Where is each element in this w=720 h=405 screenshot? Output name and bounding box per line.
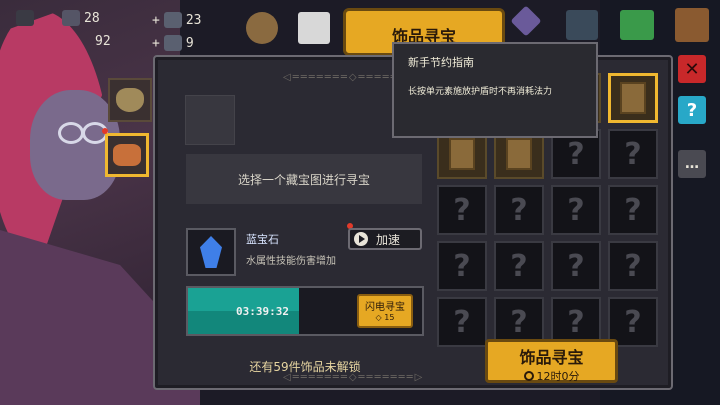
side-item-sack[interactable] (108, 78, 152, 122)
flash-hunt-button[interactable]: 闪电寻宝 ◇ 15 (357, 294, 413, 328)
monitor-icon[interactable] (566, 10, 598, 40)
hud-item-2: + 9 (152, 35, 194, 51)
progress-time: 03:39:32 (236, 305, 289, 318)
speed-up-label: 加速 (376, 232, 401, 247)
item-count-1: 23 (185, 12, 202, 28)
hud-currency: 28 (62, 10, 100, 26)
question-mark-icon: ? (510, 192, 528, 228)
question-mark-icon: ? (624, 192, 642, 228)
hud-slot-1[interactable] (16, 10, 34, 26)
question-mark-icon: ? (453, 248, 471, 284)
grid-cell-locked[interactable]: ? (608, 129, 658, 179)
side-item-lamp[interactable] (105, 133, 149, 177)
select-prompt: 选择一个藏宝图进行寻宝 (237, 172, 370, 187)
treasure-map-icon (506, 138, 532, 170)
question-mark-icon: ? (624, 248, 642, 284)
sack-icon (116, 88, 144, 112)
grid-cell-locked[interactable]: ? (608, 241, 658, 291)
villager-icon[interactable] (246, 12, 278, 44)
select-map-box[interactable]: 选择一个藏宝图进行寻宝 (186, 154, 422, 204)
currency-value-1: 28 (84, 10, 100, 26)
lamp-icon (113, 144, 141, 166)
hud-currency-2: 92 (95, 34, 111, 49)
grid-cell-locked[interactable]: ? (551, 241, 601, 291)
grid-cell-locked[interactable]: ? (494, 185, 544, 235)
tip-tooltip: 新手节约指南 长按单元素施放护盾时不再消耗法力 (392, 42, 598, 138)
potion-icon (163, 12, 182, 28)
gem-description: 水属性技能伤害增加 (246, 256, 336, 267)
currency-value-2: 92 (95, 34, 111, 49)
diamond-icon: ◇ (375, 313, 382, 322)
chat-icon[interactable]: … (678, 150, 706, 178)
hunt-button-time-row: 12时0分 (488, 368, 615, 384)
hunt-button-title: 饰品寻宝 (519, 348, 584, 367)
grid-cell-locked[interactable]: ? (494, 241, 544, 291)
grid-cell-locked[interactable]: ? (437, 185, 487, 235)
resource-icon (16, 10, 34, 26)
gem-slot[interactable] (186, 228, 236, 276)
grid-cell-locked[interactable]: ? (608, 185, 658, 235)
gem-name: 蓝宝石 (246, 233, 279, 246)
question-mark-icon: ? (567, 192, 585, 228)
key-icon (163, 35, 182, 51)
play-icon (354, 232, 368, 246)
question-mark-icon: ? (624, 304, 642, 340)
camera-icon[interactable] (298, 12, 330, 44)
grid-cell-selected[interactable] (608, 73, 658, 123)
plus-icon: + (152, 35, 160, 51)
question-mark-icon: ? (510, 304, 528, 340)
menu-list-icon[interactable] (620, 10, 654, 40)
question-mark-icon: ? (624, 136, 642, 172)
remaining-text: 还有59件饰品未解锁 (249, 360, 361, 374)
question-mark-icon: ? (453, 192, 471, 228)
question-mark-icon: ? (567, 248, 585, 284)
treasure-map-icon (449, 138, 475, 170)
sapphire-icon (200, 236, 222, 268)
plus-icon: + (152, 12, 160, 28)
speed-up-button[interactable]: 加速 (348, 228, 422, 250)
flash-cost-value: 15 (384, 313, 395, 322)
question-mark-icon: ? (567, 136, 585, 172)
grid-cell-locked[interactable]: ? (551, 185, 601, 235)
item-count-2: 9 (185, 35, 194, 51)
question-mark-icon: ? (453, 304, 471, 340)
hunt-button-time: 12时0分 (536, 370, 580, 383)
treasure-map-icon (620, 82, 646, 114)
help-icon[interactable]: ? (678, 96, 706, 124)
grid-cell-locked[interactable]: ? (437, 297, 487, 347)
flash-hunt-cost: ◇ 15 (359, 313, 411, 322)
clock-icon (523, 371, 534, 381)
grid-cell-locked[interactable]: ? (437, 241, 487, 291)
hud-item-1: + 23 (152, 12, 201, 28)
question-mark-icon: ? (510, 248, 528, 284)
map-slot[interactable] (185, 95, 235, 145)
glasses-left-icon (58, 122, 84, 144)
accessory-hunt-button[interactable]: 饰品寻宝 12时0分 (485, 339, 618, 383)
tooltip-title: 新手节约指南 (408, 56, 474, 69)
flash-hunt-label: 闪电寻宝 (365, 302, 405, 313)
close-icon[interactable]: ✕ (678, 55, 706, 83)
notification-dot (102, 128, 108, 134)
question-mark-icon: ? (567, 304, 585, 340)
bag-icon[interactable] (675, 8, 709, 42)
tooltip-body: 长按单元素施放护盾时不再消耗法力 (408, 87, 553, 97)
gem-shop-icon[interactable] (510, 5, 542, 37)
currency-icon (62, 10, 80, 26)
